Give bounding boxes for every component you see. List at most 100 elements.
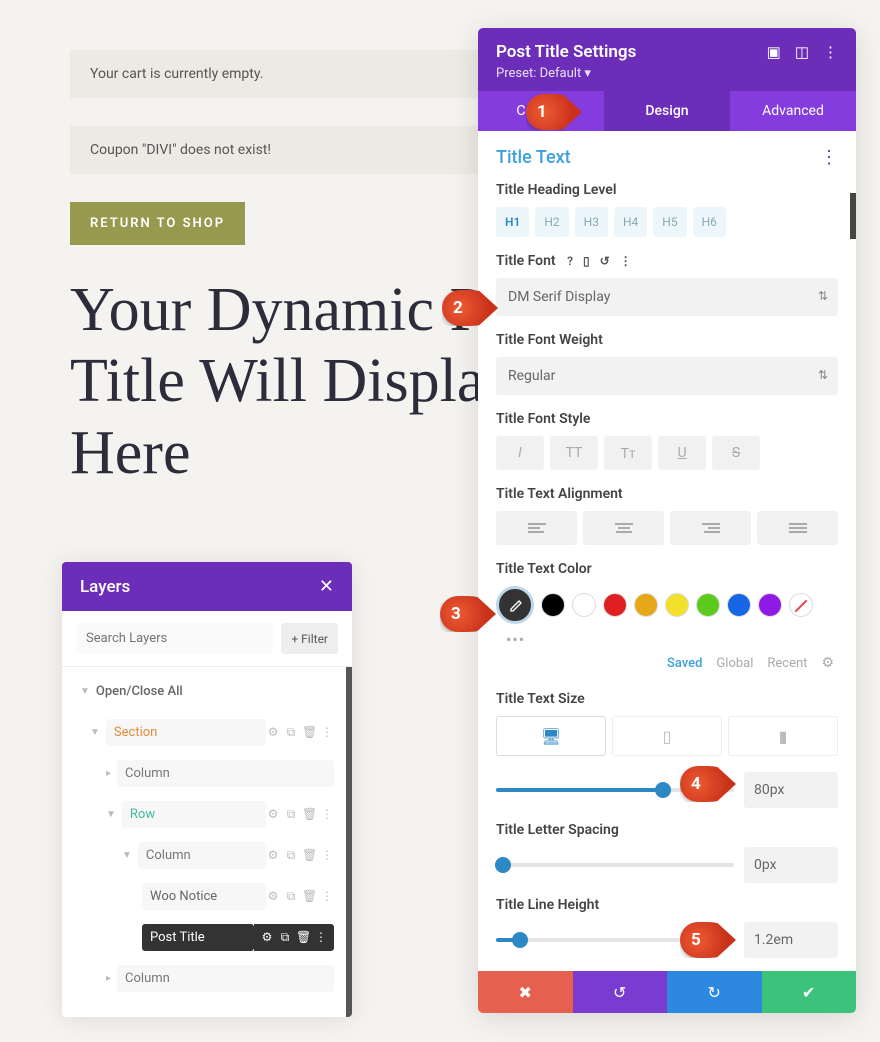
color-swatch[interactable] — [727, 593, 751, 617]
duplicate-icon[interactable]: ⧉ — [284, 848, 298, 863]
device-icon[interactable]: ▯ — [583, 254, 590, 268]
layer-section[interactable]: ▼ Section ⚙⧉🗑⋮ — [76, 712, 338, 753]
underline-button[interactable]: U — [658, 436, 706, 470]
lineheight-input[interactable] — [744, 922, 838, 958]
align-center-button[interactable] — [583, 511, 664, 545]
redo-button[interactable]: ↻ — [667, 971, 762, 1013]
device-desktop[interactable]: 🖥 — [496, 716, 606, 756]
layer-label: Post Title — [142, 924, 254, 951]
trash-icon[interactable]: 🗑 — [296, 930, 310, 945]
heading-h6[interactable]: H6 — [693, 207, 726, 237]
font-select[interactable]: DM Serif Display — [496, 278, 838, 316]
color-swatch[interactable] — [758, 593, 782, 617]
color-swatch[interactable] — [603, 593, 627, 617]
trash-icon[interactable]: 🗑 — [302, 807, 316, 822]
spacing-input[interactable] — [744, 847, 838, 883]
gear-icon[interactable]: ⚙ — [266, 807, 280, 822]
color-swatch[interactable] — [572, 593, 596, 617]
heading-h5[interactable]: H5 — [653, 207, 686, 237]
more-icon[interactable]: ⋮ — [320, 807, 334, 822]
align-justify-button[interactable] — [757, 511, 838, 545]
color-tab-global[interactable]: Global — [716, 656, 753, 671]
more-icon[interactable]: ⋮ — [620, 254, 632, 268]
more-icon[interactable]: ⋮ — [320, 725, 334, 740]
heading-h1[interactable]: H1 — [496, 207, 529, 237]
cancel-button[interactable]: ✖ — [478, 971, 573, 1013]
color-tab-saved[interactable]: Saved — [667, 656, 702, 671]
duplicate-icon[interactable]: ⧉ — [278, 930, 292, 945]
smallcaps-button[interactable]: Tᴛ — [604, 436, 652, 470]
color-swatch[interactable] — [541, 593, 565, 617]
weight-label: Title Font Weight — [496, 332, 838, 348]
more-icon[interactable]: ⋮ — [823, 43, 838, 61]
spacing-label: Title Letter Spacing — [496, 822, 838, 838]
color-swatch[interactable] — [665, 593, 689, 617]
align-right-button[interactable] — [670, 511, 751, 545]
tab-design[interactable]: Design — [604, 91, 730, 131]
layer-woo-notice[interactable]: Woo Notice ⚙⧉🗑⋮ — [76, 876, 338, 917]
more-colors-icon[interactable]: ••• — [496, 630, 838, 649]
eyedropper-button[interactable] — [496, 586, 534, 624]
open-close-label: Open/Close All — [96, 684, 183, 699]
undo-button[interactable]: ↺ — [573, 971, 668, 1013]
layer-column[interactable]: ▸ Column — [76, 753, 338, 794]
device-phone[interactable]: ▮ — [728, 716, 838, 756]
layers-search-input[interactable] — [76, 623, 273, 654]
more-icon[interactable]: ⋮ — [320, 848, 334, 863]
heading-h2[interactable]: H2 — [535, 207, 568, 237]
style-label: Title Font Style — [496, 411, 838, 427]
layers-filter-button[interactable]: + Filter — [281, 623, 338, 654]
return-to-shop-button[interactable]: RETURN TO SHOP — [70, 202, 245, 245]
font-label: Title Font ? ▯ ↺ ⋮ — [496, 253, 838, 269]
trash-icon[interactable]: 🗑 — [302, 725, 316, 740]
weight-select[interactable]: Regular — [496, 357, 838, 395]
align-label: Title Text Alignment — [496, 486, 838, 502]
color-tab-recent[interactable]: Recent — [767, 656, 807, 671]
uppercase-button[interactable]: TT — [550, 436, 598, 470]
layer-column[interactable]: ▼ Column ⚙⧉🗑⋮ — [76, 835, 338, 876]
save-button[interactable]: ✔ — [762, 971, 857, 1013]
duplicate-icon[interactable]: ⧉ — [284, 725, 298, 740]
align-left-button[interactable] — [496, 511, 577, 545]
size-input[interactable] — [744, 772, 838, 808]
device-tablet[interactable]: ▯ — [612, 716, 722, 756]
open-close-all[interactable]: ▼ Open/Close All — [76, 677, 338, 706]
gear-icon[interactable]: ⚙ — [266, 889, 280, 904]
color-swatch[interactable] — [634, 593, 658, 617]
italic-button[interactable]: I — [496, 436, 544, 470]
layer-post-title[interactable]: Post Title ⚙ ⧉ 🗑 ⋮ — [76, 917, 338, 958]
trash-icon[interactable]: 🗑 — [302, 848, 316, 863]
preset-selector[interactable]: Preset: Default ▾ — [496, 66, 838, 81]
gear-icon[interactable]: ⚙ — [266, 848, 280, 863]
layer-label: Column — [117, 760, 334, 787]
tab-advanced[interactable]: Advanced — [730, 91, 856, 131]
layer-label: Column — [138, 842, 266, 869]
expand-icon[interactable]: ▣ — [767, 43, 781, 61]
layer-row[interactable]: ▼ Row ⚙⧉🗑⋮ — [76, 794, 338, 835]
layer-column[interactable]: ▸ Column — [76, 958, 338, 999]
close-icon[interactable]: ✕ — [319, 576, 334, 597]
section-title-text[interactable]: Title Text — [496, 147, 571, 168]
help-icon[interactable]: ? — [567, 254, 573, 268]
columns-icon[interactable]: ◫ — [795, 43, 809, 61]
settings-title: Post Title Settings — [496, 42, 636, 62]
duplicate-icon[interactable]: ⧉ — [284, 807, 298, 822]
duplicate-icon[interactable]: ⧉ — [284, 889, 298, 904]
reset-icon[interactable]: ↺ — [600, 254, 610, 268]
gear-icon[interactable]: ⚙ — [266, 725, 280, 740]
strikethrough-button[interactable]: S — [712, 436, 760, 470]
heading-h4[interactable]: H4 — [614, 207, 647, 237]
lineheight-label: Title Line Height — [496, 897, 838, 913]
color-label: Title Text Color — [496, 561, 838, 577]
section-menu-icon[interactable]: ⋮ — [820, 147, 838, 168]
spacing-slider[interactable] — [496, 863, 734, 867]
more-icon[interactable]: ⋮ — [314, 930, 328, 945]
layer-label: Column — [117, 965, 334, 992]
heading-h3[interactable]: H3 — [575, 207, 608, 237]
gear-icon[interactable]: ⚙ — [821, 655, 834, 671]
color-none[interactable] — [789, 593, 813, 617]
gear-icon[interactable]: ⚙ — [260, 930, 274, 945]
more-icon[interactable]: ⋮ — [320, 889, 334, 904]
color-swatch[interactable] — [696, 593, 720, 617]
trash-icon[interactable]: 🗑 — [302, 889, 316, 904]
